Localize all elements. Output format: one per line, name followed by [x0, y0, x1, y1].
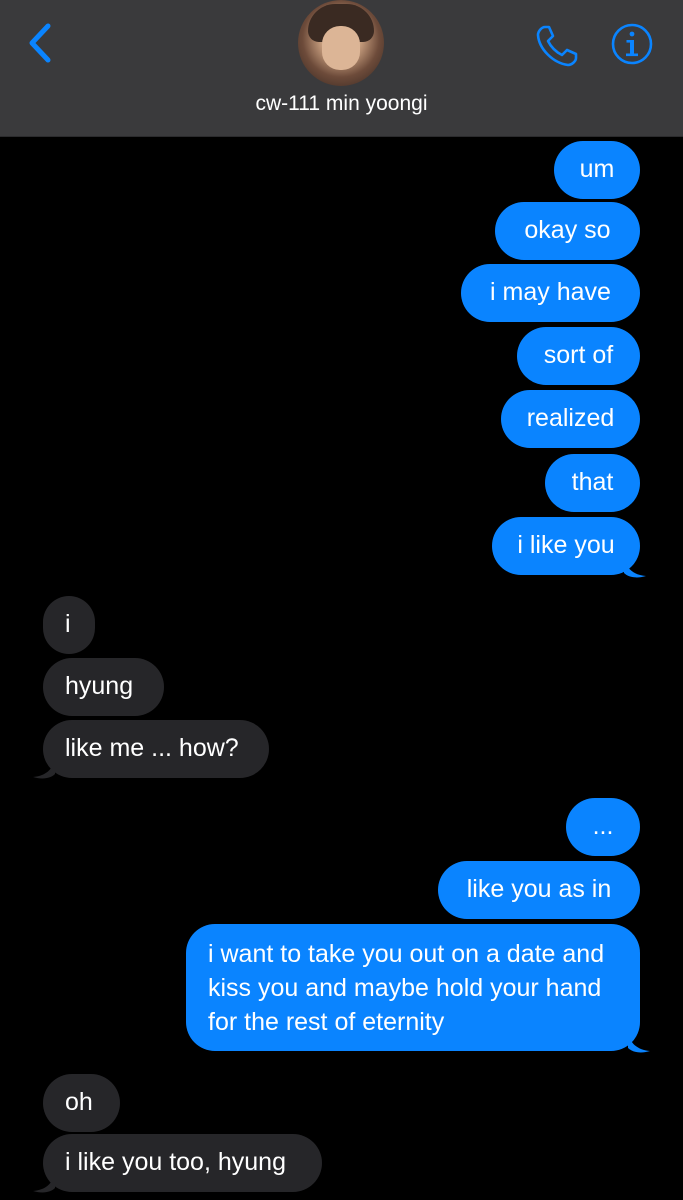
sent-message[interactable]: realized — [501, 390, 640, 448]
received-message[interactable]: i like you too, hyung — [43, 1134, 322, 1192]
avatar-face — [322, 26, 360, 70]
sent-message[interactable]: okay so — [495, 202, 640, 260]
back-button[interactable] — [22, 22, 62, 66]
received-bubble-tail — [33, 758, 55, 779]
received-message[interactable]: like me ... how? — [43, 720, 269, 778]
sent-message[interactable]: i may have — [461, 264, 640, 322]
contact-avatar[interactable] — [298, 0, 384, 86]
info-button[interactable] — [610, 22, 654, 66]
phone-icon — [536, 25, 578, 67]
sent-bubble-tail — [624, 557, 646, 578]
message-thread[interactable]: um okay so i may have sort of realized t… — [0, 136, 683, 1200]
sent-message[interactable]: um — [554, 141, 640, 199]
sent-message[interactable]: ... — [566, 798, 640, 856]
sent-message[interactable]: sort of — [517, 327, 640, 385]
received-message[interactable]: hyung — [43, 658, 164, 716]
sent-message[interactable]: i want to take you out on a date and kis… — [186, 924, 640, 1051]
sent-message[interactable]: that — [545, 454, 640, 512]
received-bubble-tail — [33, 1172, 55, 1193]
chevron-left-icon — [29, 23, 51, 63]
received-message[interactable]: oh — [43, 1074, 120, 1132]
contact-name[interactable]: cw-111 min yoongi — [0, 92, 683, 116]
call-button[interactable] — [533, 22, 581, 70]
conversation-header: cw-111 min yoongi — [0, 0, 683, 137]
sent-message[interactable]: i like you — [492, 517, 640, 575]
received-message[interactable]: i — [43, 596, 95, 654]
info-icon — [611, 23, 653, 65]
sent-bubble-tail — [628, 1032, 650, 1053]
sent-message[interactable]: like you as in — [438, 861, 640, 919]
